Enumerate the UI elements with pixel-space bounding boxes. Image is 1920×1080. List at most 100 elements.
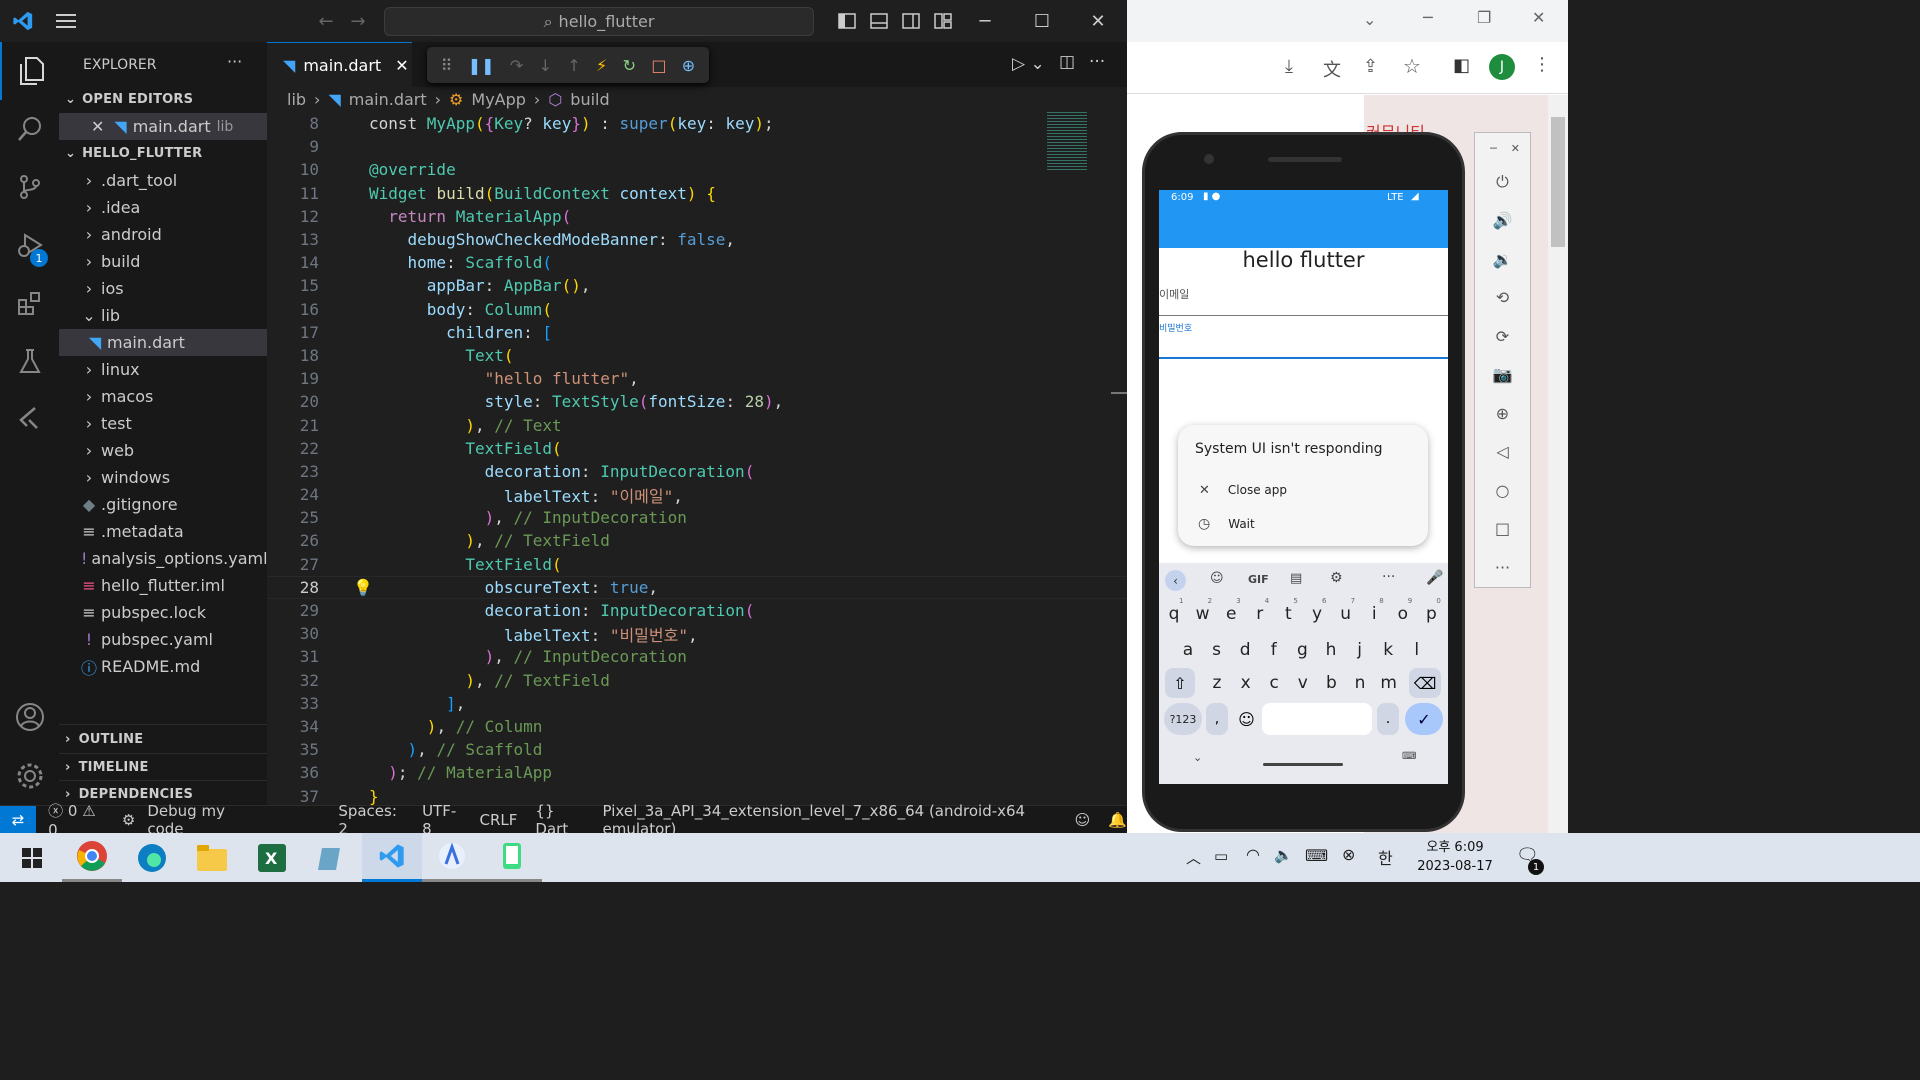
emulator-icon[interactable] [482,833,542,882]
feedback-icon[interactable]: ☺ [1075,811,1091,829]
home-icon[interactable]: ○ [1475,471,1530,510]
accounts-icon[interactable] [0,688,59,746]
enter-check-icon[interactable]: ✓ [1405,703,1443,735]
symbols-key[interactable]: ?123 [1164,703,1202,735]
close-app-option[interactable]: ✕ Close app [1178,475,1428,505]
key-x[interactable]: x [1234,666,1258,700]
key-j[interactable]: j [1348,633,1372,667]
tab-search-icon[interactable]: ⌄ [1363,10,1376,29]
run-debug-icon[interactable]: 1 [0,216,59,274]
start-windows-icon[interactable] [2,833,62,882]
keyboard-icon[interactable]: ⌨ [1305,846,1328,865]
mic-icon[interactable]: 🎤 [1426,570,1443,586]
tree-item[interactable]: ! analysis_options.yaml [59,545,268,572]
project-section[interactable]: ⌄ HELLO_FLUTTER [59,140,267,167]
volume-down-icon[interactable]: 🔉 [1475,240,1530,279]
open-editors-section[interactable]: ⌄ OPEN EDITORS [59,86,267,113]
key-s[interactable]: s [1205,633,1229,667]
step-over-icon[interactable]: ↷ [510,56,523,75]
ime-mode[interactable]: 한 [1378,845,1393,869]
side-panel-icon[interactable]: ◧ [1453,55,1470,76]
more-icon[interactable]: ··· [1382,569,1395,585]
back-icon[interactable]: ◁ [1475,433,1530,472]
backspace-icon[interactable]: ⌫ [1409,668,1441,698]
explorer-more-icon[interactable]: ··· [227,52,242,71]
profile-avatar[interactable]: J [1489,54,1515,80]
drag-handle-icon[interactable]: ⠿ [441,56,453,75]
key-a[interactable]: a [1176,633,1200,667]
tree-item[interactable]: › build [59,248,267,275]
excel-icon[interactable]: X [242,833,302,882]
android-studio-icon[interactable] [422,833,482,882]
overview-icon[interactable]: □ [1475,510,1530,549]
tree-item[interactable]: ! pubspec.yaml [59,626,267,653]
remote-icon[interactable]: ⇄ [0,805,37,834]
period-key[interactable]: . [1377,703,1399,735]
tree-item[interactable]: ≡ hello_flutter.iml [59,572,267,599]
minimize-icon[interactable]: ─ [970,6,1000,36]
clock[interactable]: 오후 6:09 2023-08-17 [1410,838,1500,876]
hot-reload-icon[interactable]: ⚡ [596,56,607,75]
minimize-icon[interactable]: ─ [1423,8,1433,27]
editor-more-icon[interactable]: ··· [1089,52,1105,72]
key-z[interactable]: z [1205,666,1229,700]
search-view-icon[interactable] [0,100,59,158]
timeline-section[interactable]: › TIMELINE [59,753,267,780]
clipboard-icon[interactable]: ▤ [1290,571,1302,586]
wait-option[interactable]: ◷ Wait [1178,509,1428,539]
explorer-icon[interactable] [0,42,59,100]
key-d[interactable]: d [1233,633,1257,667]
vscode-taskbar-icon[interactable] [362,833,422,882]
editor-scrollbar[interactable] [1111,392,1127,394]
tree-item[interactable]: › linux [59,356,267,383]
outline-section[interactable]: › OUTLINE [59,726,267,753]
menu-icon[interactable] [52,6,80,36]
key-c[interactable]: c [1262,666,1286,700]
stop-icon[interactable]: □ [651,56,666,75]
flutter-devtools-icon[interactable] [0,390,59,448]
more-icon[interactable]: ··· [1475,548,1530,587]
settings-gear-icon[interactable] [0,747,59,805]
step-out-icon[interactable]: ↑ [567,56,580,75]
bookmark-star-icon[interactable]: ☆ [1403,54,1421,78]
emoji-icon[interactable]: ☺ [1234,703,1259,735]
tree-item[interactable]: ◆ .gitignore [59,491,267,518]
tree-item[interactable]: › windows [59,464,267,491]
tree-item[interactable]: ≡ .metadata [59,518,267,545]
extensions-icon[interactable] [0,274,59,332]
tree-item[interactable]: › .idea [59,194,267,221]
source-control-icon[interactable] [0,158,59,216]
command-center-search[interactable]: ⌕ hello_flutter [384,7,814,36]
toggle-sidebar-icon[interactable] [836,10,858,32]
restart-icon[interactable]: ↻ [623,56,636,75]
chrome-icon[interactable] [62,833,122,882]
eol-status[interactable]: CRLF [480,811,518,829]
ime-status-icon[interactable]: ⊗ [1342,845,1355,864]
email-field[interactable]: 이메일 [1159,286,1448,316]
browser-scrollbar[interactable] [1548,95,1568,833]
kb-back-icon[interactable]: ‹ [1165,570,1186,591]
rotate-left-icon[interactable]: ⟲ [1475,279,1530,318]
breadcrumb-file[interactable]: main.dart [349,90,427,109]
comma-key[interactable]: , [1206,703,1228,735]
key-n[interactable]: n [1348,666,1372,700]
zoom-icon[interactable]: ⊕ [1475,394,1530,433]
settings-gear-icon[interactable]: ⚙ [1330,570,1343,586]
emulator-close-icon[interactable]: ✕ [1511,142,1520,155]
tree-item[interactable]: ⓘ README.md [59,653,267,680]
share-icon[interactable]: ⇪ [1363,56,1378,77]
run-icon[interactable]: ▷ ⌄ [1012,54,1045,74]
key-g[interactable]: g [1290,633,1314,667]
install-icon[interactable]: ⤓ [1285,56,1293,77]
tree-item[interactable]: › test [59,410,267,437]
breadcrumb-lib[interactable]: lib [287,90,306,109]
minimap[interactable] [1047,112,1087,172]
maximize-icon[interactable]: ☐ [1027,6,1057,36]
split-editor-icon[interactable]: ◫ [1059,52,1075,72]
tree-item[interactable]: › macos [59,383,267,410]
pause-icon[interactable]: ❚❚ [468,56,495,75]
browser-menu-icon[interactable]: ⋮ [1533,54,1551,75]
close-icon[interactable]: ✕ [1083,6,1113,36]
notepad-icon[interactable] [302,833,362,882]
customize-layout-icon[interactable] [932,10,954,32]
